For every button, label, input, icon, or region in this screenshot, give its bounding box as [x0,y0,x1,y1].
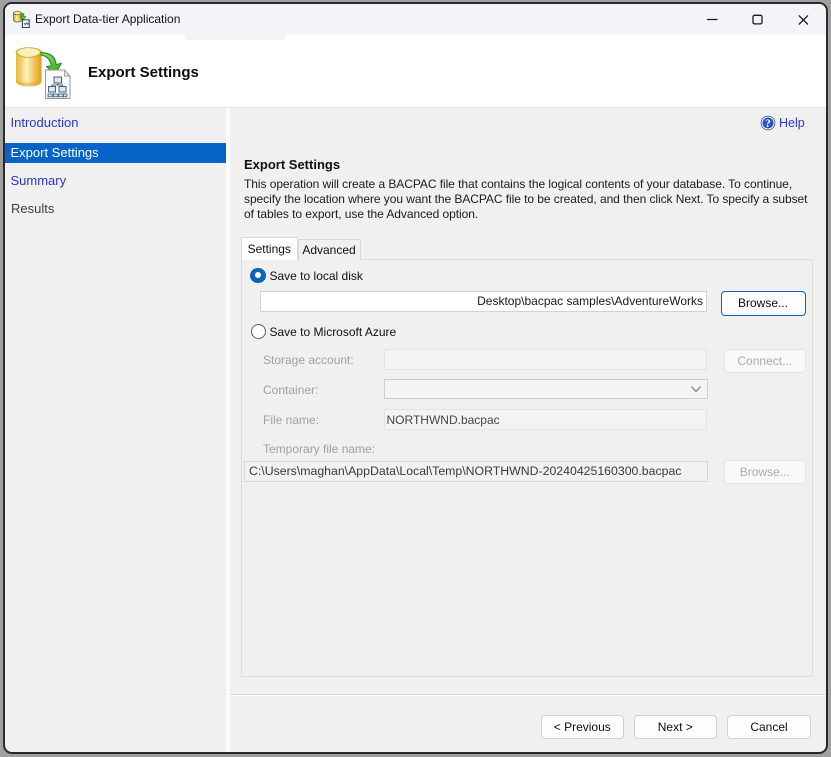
svg-text:?: ? [765,118,771,130]
